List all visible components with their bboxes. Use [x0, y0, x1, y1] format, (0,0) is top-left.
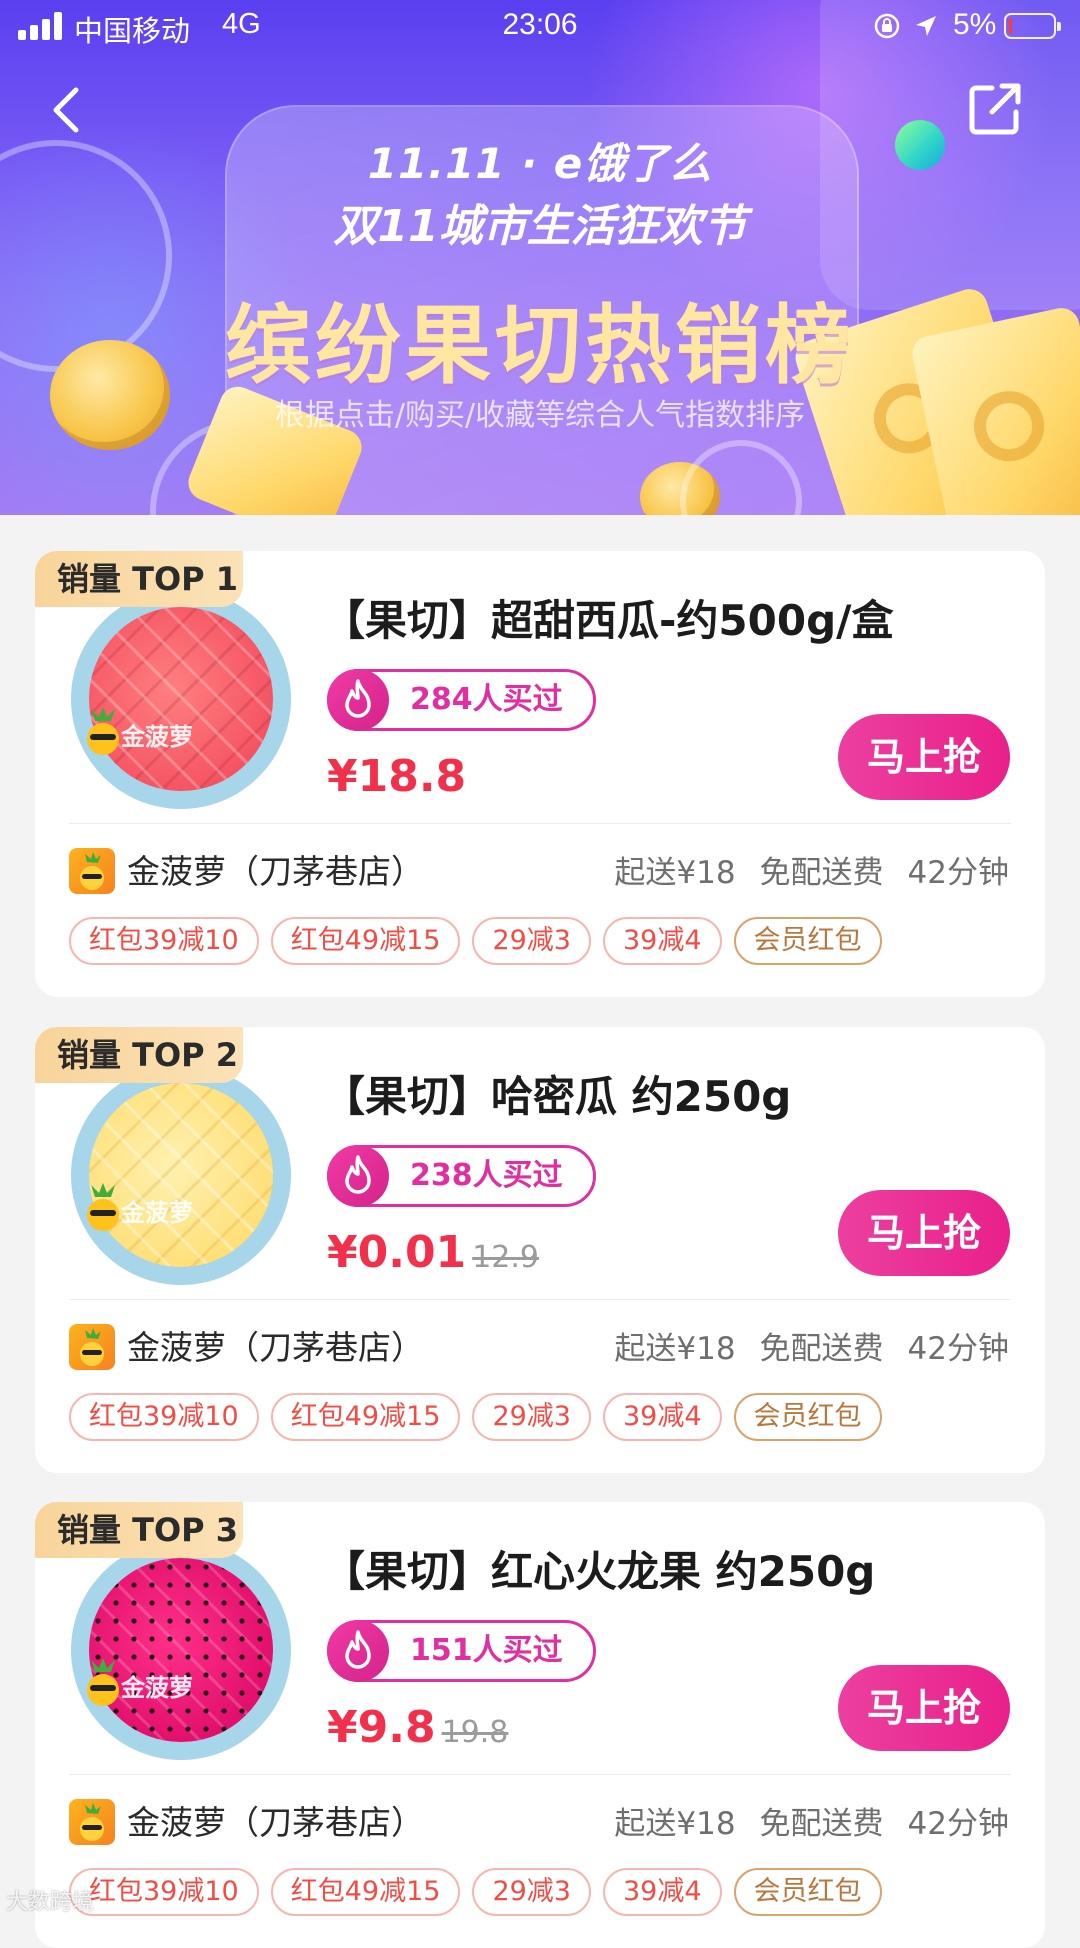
pineapple-mascot-icon [87, 707, 119, 755]
buy-now-button[interactable]: 马上抢 [838, 714, 1010, 800]
product-card[interactable]: 销量 TOP 2 金菠萝 【果切】哈密瓜 约250g 238人买过 ¥0.01 1… [35, 1027, 1045, 1473]
product-title[interactable]: 【果切】超甜西瓜-约500g/盒 [323, 587, 894, 648]
product-card[interactable]: 销量 TOP 3 金菠萝 【果切】红心火龙果 约250g 151人买过 ¥9.8… [35, 1502, 1045, 1948]
shop-watermark: 金菠萝 [121, 1199, 193, 1227]
pineapple-mascot-icon [87, 1658, 119, 1706]
buy-now-button[interactable]: 马上抢 [838, 1190, 1010, 1276]
sold-count: 284人买过 [410, 682, 563, 717]
divider [69, 1299, 1011, 1300]
shop-delivery-info: 起送¥18 免配送费 42分钟 [590, 1323, 1009, 1368]
promo-tag: 红包49减15 [270, 917, 461, 965]
product-card[interactable]: 销量 TOP 1 金菠萝 【果切】超甜西瓜-约500g/盒 284人买过 ¥18… [35, 551, 1045, 997]
product-image[interactable]: 金菠萝 [71, 1540, 291, 1760]
member-tag: 会员红包 [733, 1393, 882, 1441]
promo-tags: 红包39减10 红包49减15 29减3 39减4 会员红包 [69, 1868, 882, 1916]
sold-count-pill: 151人买过 [327, 1620, 596, 1682]
delivery-time: 42分钟 [907, 855, 1009, 891]
delivery-time: 42分钟 [907, 1331, 1009, 1367]
battery-percent: 5% [953, 8, 997, 41]
promo-tag: 29减3 [472, 917, 591, 965]
shop-logo-icon [69, 1799, 115, 1845]
min-order: 起送¥18 [614, 1806, 736, 1842]
buy-now-button[interactable]: 马上抢 [838, 1665, 1010, 1751]
shop-name[interactable]: 金菠萝（刀茅巷店） [127, 1321, 424, 1369]
watermelon-image [89, 607, 273, 791]
promo-tag: 39减4 [602, 1393, 722, 1441]
delivery-fee: 免配送费 [759, 855, 884, 891]
price: ¥0.01 12.9 [327, 1227, 539, 1278]
shop-logo-icon [69, 848, 115, 894]
event-logo: 11.11 · e饿了么 [367, 139, 713, 188]
status-bar: 中国移动 4G 23:06 5% [0, 0, 1080, 54]
flame-icon [327, 669, 389, 731]
promo-tags: 红包39减10 红包49减15 29减3 39减4 会员红包 [69, 1393, 882, 1441]
promo-tag: 39减4 [602, 917, 722, 965]
sold-count-pill: 284人买过 [327, 669, 596, 731]
delivery-fee: 免配送费 [759, 1331, 884, 1367]
ranking-description: 根据点击/购买/收藏等综合人气指数排序 [274, 398, 806, 433]
member-tag: 会员红包 [733, 917, 882, 965]
sold-count: 151人买过 [410, 1633, 563, 1668]
promo-tag: 红包39减10 [69, 917, 259, 965]
delivery-fee: 免配送费 [759, 1806, 884, 1842]
watermark: 大数跨境 [6, 1890, 95, 1915]
original-price: 12.9 [472, 1240, 539, 1275]
event-subtitle: 双11城市生活狂欢节 [333, 201, 747, 252]
promo-tag: 29减3 [472, 1868, 591, 1916]
header-banner: 11.11 · e饿了么 双11城市生活狂欢节 缤纷果切热销榜 根据点击/购买/… [0, 0, 1080, 515]
product-title[interactable]: 【果切】红心火龙果 约250g [323, 1538, 875, 1599]
min-order: 起送¥18 [614, 855, 736, 891]
sold-count-pill: 238人买过 [327, 1145, 596, 1207]
promo-tag: 红包49减15 [270, 1393, 461, 1441]
divider [69, 1774, 1011, 1775]
shop-watermark: 金菠萝 [121, 1674, 193, 1702]
promo-tag: 39减4 [602, 1868, 722, 1916]
shop-name[interactable]: 金菠萝（刀茅巷店） [127, 845, 424, 893]
divider [69, 823, 1011, 824]
promo-tag: 红包39减10 [69, 1393, 259, 1441]
product-image[interactable]: 金菠萝 [71, 1065, 291, 1285]
product-image[interactable]: 金菠萝 [71, 589, 291, 809]
rank-badge: 销量 TOP 2 [35, 1027, 243, 1083]
pineapple-mascot-icon [87, 1183, 119, 1231]
promo-tags: 红包39减10 红包49减15 29减3 39减4 会员红包 [69, 917, 882, 965]
rotation-lock-icon [874, 13, 900, 39]
shop-delivery-info: 起送¥18 免配送费 42分钟 [590, 1798, 1009, 1843]
location-arrow-icon [916, 16, 936, 36]
current-price: ¥0.01 [327, 1227, 467, 1278]
current-price: ¥9.8 [327, 1702, 436, 1753]
product-title[interactable]: 【果切】哈密瓜 约250g [323, 1063, 791, 1124]
sold-count: 238人买过 [410, 1158, 563, 1193]
rank-badge: 销量 TOP 3 [35, 1502, 243, 1558]
promo-tag: 红包49减15 [270, 1868, 461, 1916]
price: ¥9.8 19.8 [327, 1702, 508, 1753]
rank-badge: 销量 TOP 1 [35, 551, 243, 607]
shop-watermark: 金菠萝 [121, 723, 193, 751]
promo-tag: 29减3 [472, 1393, 591, 1441]
chevron-left-icon[interactable] [44, 84, 88, 136]
original-price: 19.8 [441, 1715, 509, 1750]
share-icon[interactable] [966, 80, 1024, 138]
shop-name[interactable]: 金菠萝（刀茅巷店） [127, 1796, 424, 1844]
melon-image [89, 1083, 273, 1267]
promo-tag: 红包39减10 [69, 1868, 259, 1916]
flame-icon [327, 1620, 389, 1682]
min-order: 起送¥18 [614, 1331, 736, 1367]
flame-icon [327, 1145, 389, 1207]
page-title: 缤纷果切热销榜 [225, 296, 855, 396]
dragon-fruit-image [89, 1558, 273, 1742]
shop-logo-icon [69, 1324, 115, 1370]
member-tag: 会员红包 [733, 1868, 882, 1916]
delivery-time: 42分钟 [907, 1806, 1009, 1842]
battery-icon [1004, 13, 1061, 39]
shop-delivery-info: 起送¥18 免配送费 42分钟 [590, 847, 1009, 892]
price: ¥18.8 [327, 751, 472, 802]
current-price: ¥18.8 [327, 751, 467, 802]
